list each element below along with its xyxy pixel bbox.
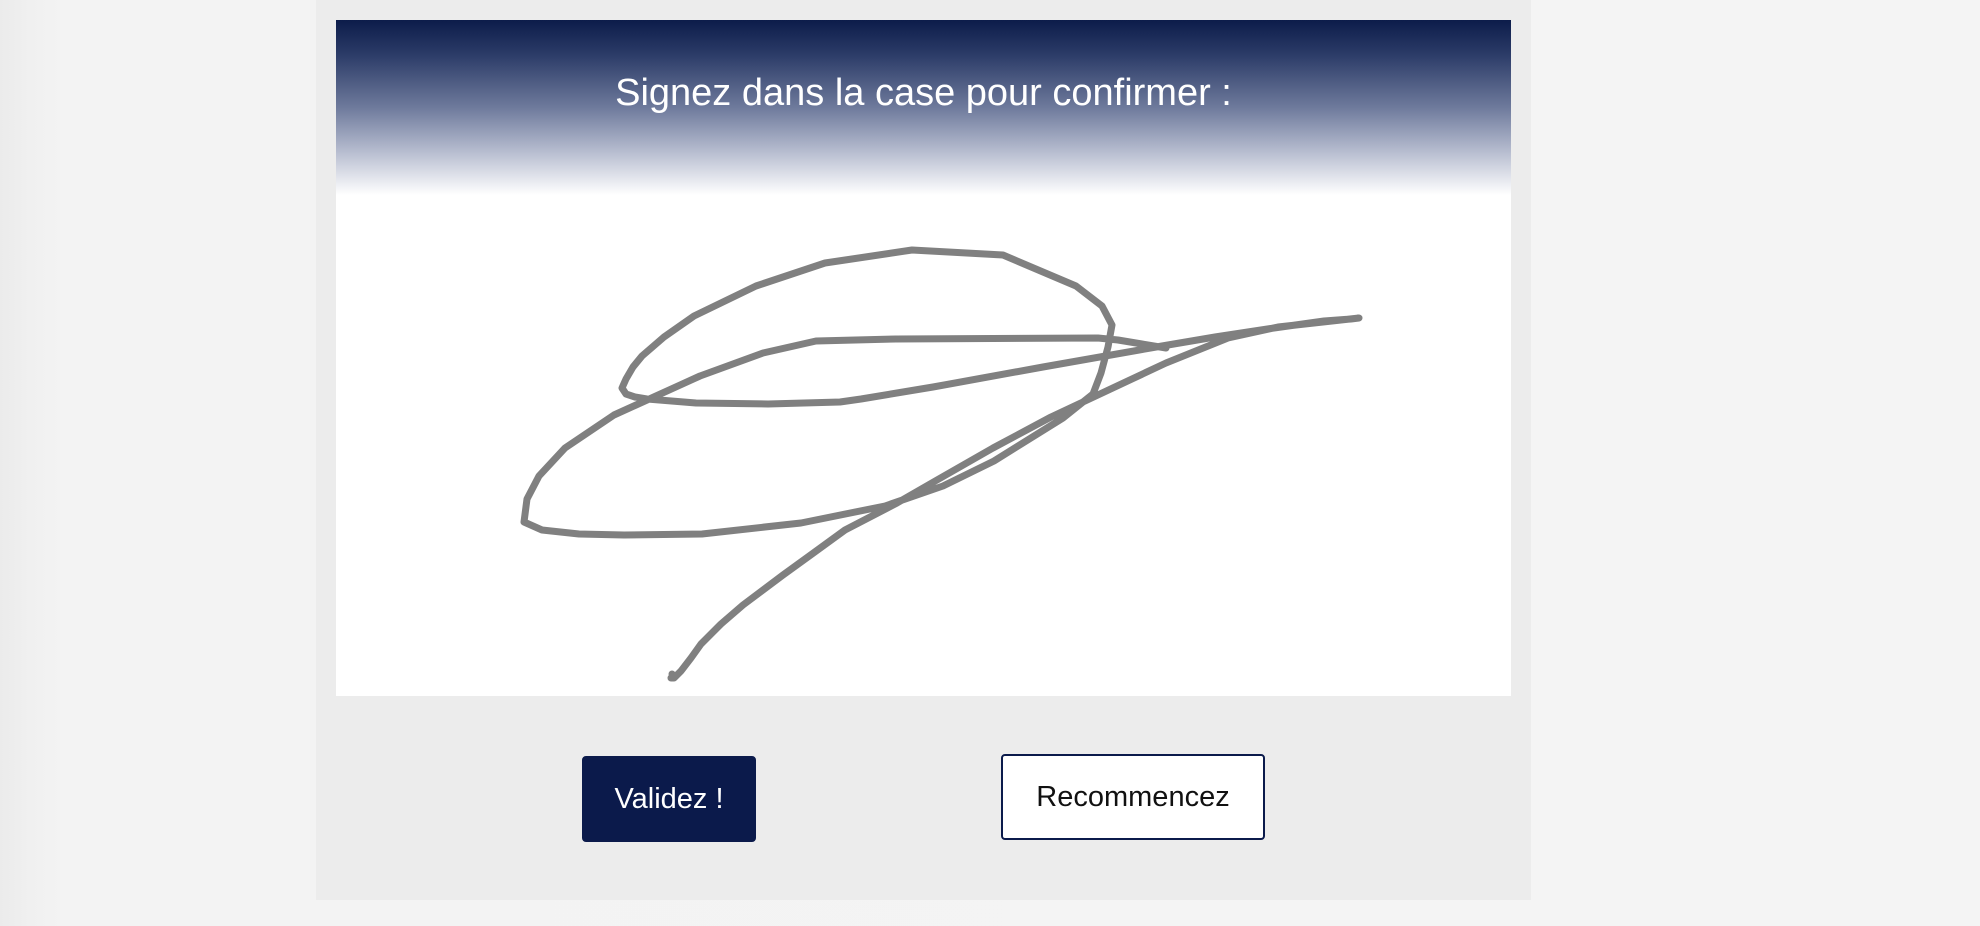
- signature-canvas[interactable]: [336, 20, 1511, 696]
- signature-box: Signez dans la case pour confirmer :: [336, 20, 1511, 696]
- signature-panel: Signez dans la case pour confirmer : Val…: [316, 0, 1531, 900]
- validate-button[interactable]: Validez !: [582, 756, 756, 842]
- signature-stroke: [520, 246, 1363, 682]
- reset-button[interactable]: Recommencez: [1001, 754, 1265, 840]
- signature-drawing: [520, 246, 1363, 682]
